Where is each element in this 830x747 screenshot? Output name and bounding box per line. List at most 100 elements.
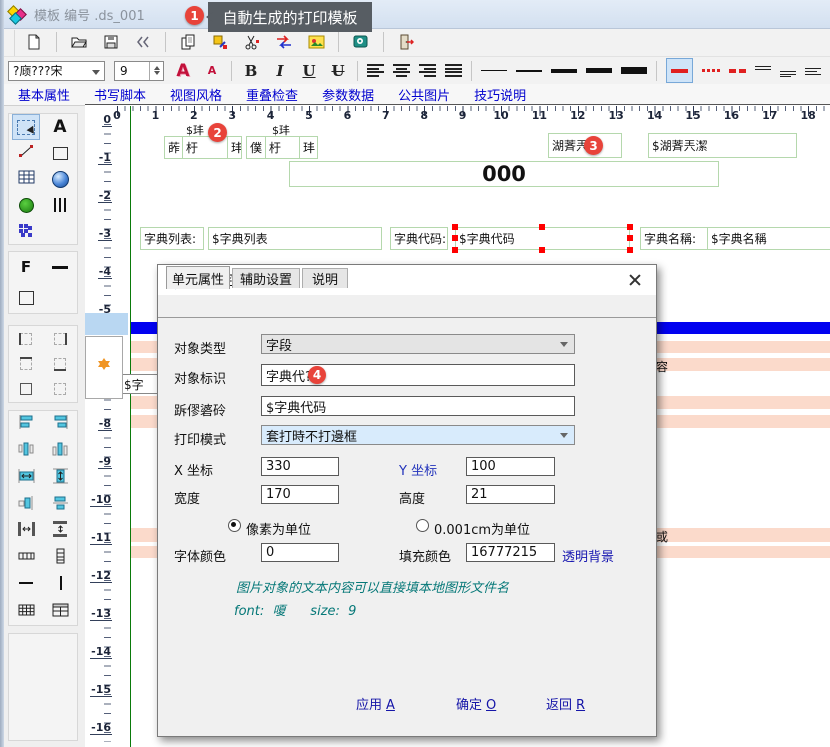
selection-handle[interactable] [627, 224, 633, 230]
spin-down-icon[interactable] [154, 71, 160, 78]
same-height-button[interactable] [52, 468, 69, 488]
border-top-button[interactable] [20, 358, 32, 370]
swap-arrows-button[interactable] [274, 32, 294, 52]
apply-button[interactable]: 应用A [356, 694, 395, 713]
table-grid-button[interactable] [52, 603, 69, 621]
center-horizontal-button[interactable] [18, 495, 35, 515]
selection-handle[interactable] [539, 224, 545, 230]
height-input[interactable]: 21 [466, 485, 555, 504]
field-tool[interactable]: F [21, 258, 31, 276]
border-right-button[interactable] [54, 333, 66, 345]
open-file-button[interactable] [69, 32, 89, 52]
hline-tool[interactable] [52, 266, 68, 269]
clipped-field[interactable]: $字 [120, 374, 158, 394]
print-mode-dropdown[interactable]: 套打時不打邊框 [261, 425, 575, 445]
menu-overlap-check[interactable]: 重叠检查 [246, 85, 298, 104]
box-tool[interactable] [19, 291, 34, 305]
selection-handle[interactable] [452, 247, 458, 253]
move-down-arrow-icon[interactable] [98, 370, 111, 392]
equal-h-spacing-button[interactable] [18, 521, 35, 541]
tab-aux-settings[interactable]: 辅助设置 [232, 268, 300, 288]
new-file-button[interactable] [24, 32, 44, 52]
bold-button[interactable]: B [241, 61, 261, 81]
align-right-edges-button[interactable] [52, 414, 69, 434]
line-weight-3-button[interactable] [551, 69, 577, 73]
barcode-tool[interactable] [54, 198, 66, 212]
copy-button[interactable] [178, 32, 198, 52]
center-vertical-button[interactable] [52, 495, 69, 515]
globe-tool[interactable] [52, 171, 69, 188]
selection-handle[interactable] [627, 247, 633, 253]
print-preview-button[interactable] [133, 32, 153, 52]
align-center-button[interactable] [393, 64, 410, 77]
template-cell[interactable]: 葃 [164, 136, 183, 159]
line-weight-4-button[interactable] [586, 68, 612, 73]
view-settings-button[interactable] [351, 32, 371, 52]
line-weight-5-button[interactable] [621, 67, 647, 74]
vertical-line-button[interactable] [52, 575, 69, 595]
menu-parameter-data[interactable]: 参数数据 [322, 85, 374, 104]
object-content-input[interactable]: $字典代码 [261, 396, 575, 416]
align-bottom-edges-button[interactable] [52, 441, 69, 461]
menu-public-images[interactable]: 公共图片 [398, 85, 450, 104]
rectangle-tool[interactable] [53, 147, 68, 160]
cut-button[interactable] [242, 32, 262, 52]
y-coord-input[interactable]: 100 [466, 457, 555, 476]
strikethrough-button[interactable]: U [328, 61, 348, 81]
template-cell[interactable]: 玤 [227, 136, 242, 159]
increase-font-button[interactable]: A [173, 61, 193, 81]
tab-description[interactable]: 说明 [302, 268, 348, 288]
template-cell[interactable]: 僕 [246, 136, 266, 159]
line-spacing-3-button[interactable] [805, 65, 821, 77]
border-left-button[interactable] [20, 333, 32, 345]
dialog-close-button[interactable] [624, 269, 646, 291]
line-weight-1-button[interactable] [481, 70, 507, 71]
red-solid-line-button-selected[interactable] [666, 58, 693, 83]
font-family-combobox[interactable]: ?庼???宋 [8, 61, 105, 81]
font-size-spinner[interactable] [149, 62, 163, 80]
radio-cm[interactable] [416, 519, 429, 532]
template-cell[interactable]: 玤 [299, 136, 318, 159]
cells-column-button[interactable] [52, 548, 69, 568]
align-left-button[interactable] [367, 64, 384, 77]
italic-button[interactable]: I [270, 61, 290, 81]
dict-list-label-field[interactable]: 字典列表: [140, 227, 204, 250]
border-bottom-button[interactable] [54, 358, 66, 370]
fill-color-input[interactable]: 16777215 [466, 543, 555, 562]
transparent-bg-link[interactable]: 透明背景 [562, 546, 614, 565]
image-object-tool[interactable] [19, 198, 34, 213]
title-bar[interactable]: 模板 编号 .ds_001 [0, 0, 830, 29]
spin-up-icon[interactable] [154, 63, 160, 70]
selection-handle[interactable] [452, 235, 458, 241]
border-none-button[interactable] [54, 383, 66, 395]
horizontal-line-button[interactable] [18, 575, 35, 595]
selection-handle[interactable] [627, 235, 633, 241]
align-left-edges-button[interactable] [18, 414, 35, 434]
ok-button[interactable]: 确定O [456, 694, 496, 713]
red-dashed-line-button[interactable] [729, 69, 746, 73]
menu-write-script[interactable]: 书写脚本 [94, 85, 146, 104]
name-var-field[interactable]: $湖萕兲潔 [648, 133, 797, 158]
dict-name-label-field[interactable]: 字典名稱: [640, 227, 708, 250]
table-tool[interactable] [18, 170, 35, 188]
radio-pixels[interactable] [228, 519, 241, 532]
dict-list-value-field[interactable]: $字典列表 [208, 227, 382, 250]
object-type-dropdown[interactable]: 字段 [261, 334, 575, 354]
menu-tips[interactable]: 技巧说明 [474, 85, 526, 104]
grid-button[interactable] [18, 603, 35, 621]
paste-button[interactable] [210, 32, 230, 52]
tab-unit-properties[interactable]: 单元属性 [166, 266, 230, 289]
selection-handle[interactable] [452, 224, 458, 230]
cells-row-button[interactable] [18, 548, 35, 568]
x-coord-input[interactable]: 330 [261, 457, 339, 476]
exit-button[interactable] [396, 32, 416, 52]
big-number-field[interactable]: 000 [289, 161, 719, 187]
equal-v-spacing-button[interactable] [52, 521, 69, 541]
line-spacing-2-button[interactable] [780, 65, 796, 77]
red-dotted-line-button[interactable] [702, 69, 720, 72]
text-tool[interactable]: A [53, 117, 66, 137]
underline-button[interactable]: U [299, 61, 319, 81]
dict-code-label-field[interactable]: 字典代码: [390, 227, 448, 250]
align-top-edges-button[interactable] [18, 441, 35, 461]
selection-handle[interactable] [539, 247, 545, 253]
